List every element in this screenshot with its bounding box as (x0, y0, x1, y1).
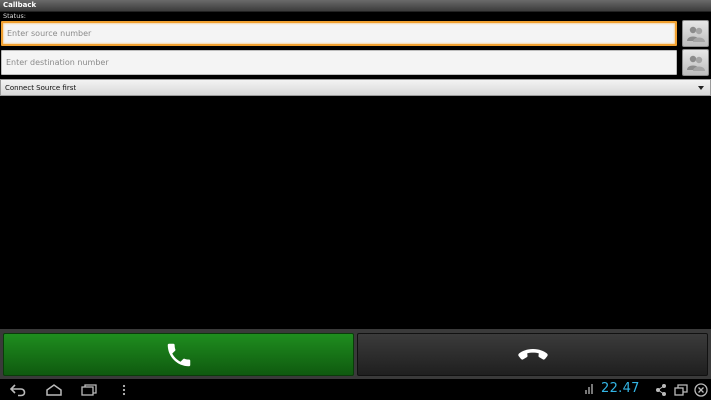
title-bar: Callback (0, 0, 711, 12)
destination-contacts-button[interactable] (682, 49, 709, 76)
hangup-button[interactable] (357, 333, 708, 376)
menu-icon[interactable] (121, 383, 127, 397)
back-icon[interactable] (10, 383, 26, 397)
window-icon[interactable] (674, 383, 688, 397)
share-icon[interactable] (655, 383, 667, 397)
source-number-input[interactable] (1, 21, 677, 46)
contacts-icon (687, 26, 705, 42)
call-button[interactable] (3, 333, 354, 376)
app-title: Callback (3, 1, 37, 9)
system-clock: 22.47 (601, 381, 640, 396)
status-label: Status: (3, 12, 26, 20)
phone-call-icon (167, 343, 190, 366)
close-icon[interactable] (694, 383, 708, 397)
system-navigation-bar: 22.47 (0, 380, 711, 400)
phone-hangup-icon (517, 348, 548, 360)
network-icon (585, 384, 593, 394)
destination-number-input[interactable] (1, 50, 677, 75)
source-contacts-button[interactable] (682, 20, 709, 47)
connection-dropdown[interactable]: Connect Source first (0, 79, 711, 96)
contacts-icon (687, 55, 705, 71)
recent-apps-icon[interactable] (81, 383, 97, 397)
home-icon[interactable] (45, 383, 63, 397)
dropdown-arrow-icon (698, 86, 704, 90)
dropdown-selected-value: Connect Source first (5, 84, 77, 92)
